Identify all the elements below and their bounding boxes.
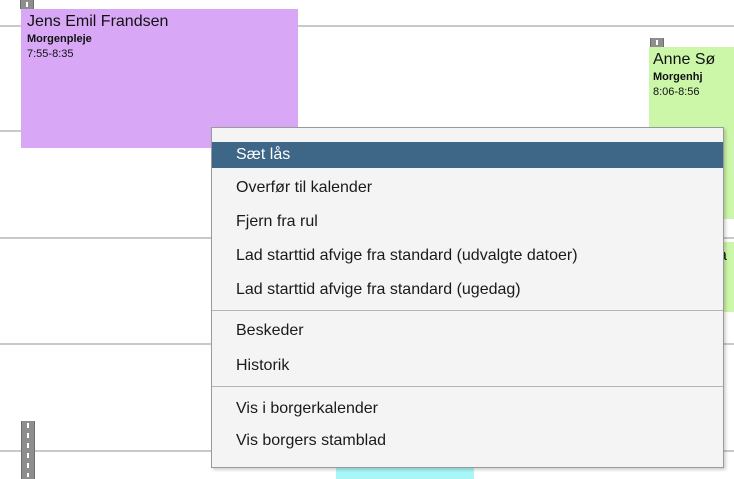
menu-item-show-citizen-record[interactable]: Vis borgers stamblad [212,428,723,454]
event-time: 8:06-8:56 [653,86,700,98]
event-service: Morgenhj [653,71,703,83]
lock-marker [20,0,34,9]
lock-marker [21,421,35,479]
menu-separator [212,386,723,387]
menu-item-transfer-to-calendar[interactable]: Overfør til kalender [212,175,723,201]
menu-item-messages[interactable]: Beskeder [212,318,723,344]
event-patient-name: Jens Emil Frandsen [27,13,169,30]
menu-item-show-in-citizen-calendar[interactable]: Vis i borgerkalender [212,396,723,422]
menu-item-remove-from-roll[interactable]: Fjern fra rul [212,209,723,235]
event-service: Morgenpleje [27,33,92,45]
menu-separator [212,310,723,311]
menu-item-start-deviate-dates[interactable]: Lad starttid afvige fra standard (udvalg… [212,243,723,269]
context-menu: Sæt lås Overfør til kalender Fjern fra r… [211,127,724,468]
menu-item-history[interactable]: Historik [212,353,723,379]
menu-item-set-lock[interactable]: Sæt lås [212,142,723,168]
menu-item-start-deviate-weekday[interactable]: Lad starttid afvige fra standard (ugedag… [212,277,723,303]
event-patient-name: Anne Sø [653,51,716,68]
event-time: 7:55-8:35 [27,48,74,60]
lock-marker [650,38,664,47]
